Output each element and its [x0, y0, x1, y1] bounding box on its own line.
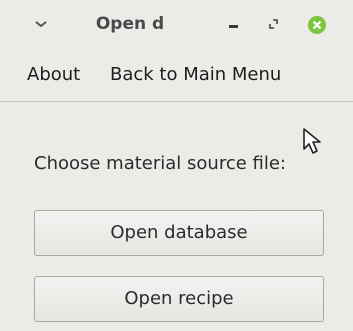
source-file-prompt: Choose material source file: — [34, 153, 286, 174]
chevron-down-icon[interactable] — [33, 16, 49, 32]
window-titlebar[interactable]: Open d — [0, 0, 353, 50]
menu-item-about[interactable]: About — [25, 64, 82, 85]
open-database-button[interactable]: Open database — [34, 210, 324, 256]
menu-bar: About Back to Main Menu — [0, 50, 353, 102]
arrow-cursor-icon — [302, 127, 328, 157]
menu-item-back-to-main-menu[interactable]: Back to Main Menu — [108, 64, 283, 85]
open-recipe-button[interactable]: Open recipe — [34, 276, 324, 322]
minimize-icon[interactable] — [226, 16, 242, 32]
window-title: Open d — [95, 14, 165, 34]
close-icon[interactable] — [307, 15, 327, 35]
maximize-icon[interactable] — [266, 16, 282, 32]
